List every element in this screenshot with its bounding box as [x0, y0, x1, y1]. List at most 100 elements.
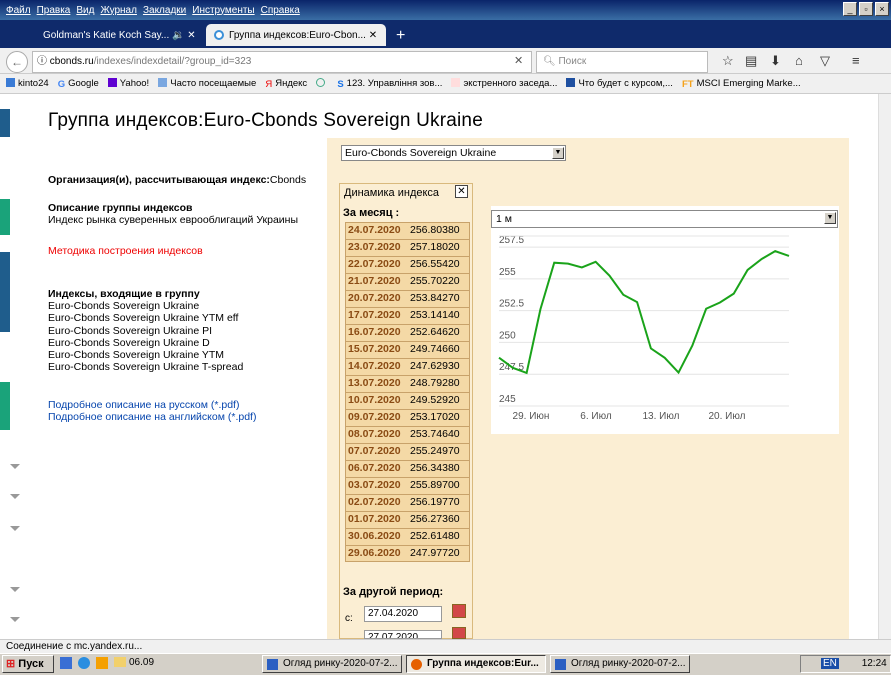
table-row: 21.07.2020 255.70220: [345, 273, 470, 290]
row-date[interactable]: 23.07.2020: [348, 240, 410, 255]
taskbar-window[interactable]: Группа индексов:Eur...: [406, 655, 546, 673]
vertical-scrollbar[interactable]: [878, 94, 891, 639]
methodology-link[interactable]: Методика построения индексов: [48, 245, 203, 257]
bookmark-item[interactable]: S 123. Управління зов...: [337, 74, 442, 93]
range-select[interactable]: 1 м ▼: [491, 210, 838, 228]
ie-icon[interactable]: [78, 657, 90, 669]
row-date[interactable]: 30.06.2020: [348, 529, 410, 544]
taskbar-window[interactable]: Огляд ринку-2020-07-2...: [550, 655, 690, 673]
range-select-value: 1 м: [496, 213, 512, 225]
menu-history[interactable]: Журнал: [100, 5, 137, 16]
calendar-icon[interactable]: [452, 604, 466, 618]
chevron-down-icon[interactable]: [10, 494, 20, 499]
row-date[interactable]: 07.07.2020: [348, 444, 410, 459]
tab-youtube[interactable]: Goldman's Katie Koch Say... 🔉 ✕: [30, 24, 202, 46]
row-date[interactable]: 06.07.2020: [348, 461, 410, 476]
language-indicator[interactable]: EN: [821, 658, 839, 669]
info-icon[interactable]: ⓘ: [37, 56, 47, 67]
home-icon[interactable]: ⌂: [795, 53, 803, 68]
index-item[interactable]: Euro-Cbonds Sovereign Ukraine YTM: [48, 349, 243, 361]
row-date[interactable]: 20.07.2020: [348, 291, 410, 306]
row-date[interactable]: 22.07.2020: [348, 257, 410, 272]
left-tab[interactable]: [0, 109, 10, 137]
close-icon[interactable]: ✕: [455, 185, 468, 198]
bookmark-item[interactable]: [316, 74, 328, 93]
menu-bookmarks[interactable]: Закладки: [143, 5, 186, 16]
row-date[interactable]: 13.07.2020: [348, 376, 410, 391]
folder-icon[interactable]: [114, 657, 126, 667]
bookmark-item[interactable]: Что будет с курсом,...: [566, 74, 673, 93]
minimize-button[interactable]: _: [843, 2, 857, 16]
tab-cbonds[interactable]: Группа индексов:Euro-Cbon... ✕: [206, 24, 386, 46]
chevron-down-icon[interactable]: [10, 526, 20, 531]
row-date[interactable]: 14.07.2020: [348, 359, 410, 374]
row-date[interactable]: 17.07.2020: [348, 308, 410, 323]
bookmark-item[interactable]: G Google: [58, 74, 99, 93]
left-tab[interactable]: [0, 252, 10, 332]
opera-icon[interactable]: [96, 657, 108, 669]
row-date[interactable]: 24.07.2020: [348, 223, 410, 238]
close-window-button[interactable]: ×: [875, 2, 889, 16]
chevron-down-icon[interactable]: [10, 587, 20, 592]
row-date[interactable]: 16.07.2020: [348, 325, 410, 340]
menu-view[interactable]: Вид: [76, 5, 94, 16]
clear-url-icon[interactable]: ✕: [514, 54, 523, 67]
org-row: Организация(и), рассчитывающая индекс:Cb…: [48, 174, 306, 186]
menu-help[interactable]: Справка: [261, 5, 300, 16]
reading-list-icon[interactable]: ▤: [745, 53, 757, 69]
menu-tools[interactable]: Инструменты: [192, 5, 254, 16]
dynamics-title: Динамика индекса: [344, 187, 440, 199]
new-tab-button[interactable]: +: [396, 27, 405, 45]
start-button[interactable]: ⊞ Пуск: [2, 655, 54, 673]
url-field[interactable]: ⓘ cbonds.ru/indexes/indexdetail/?group_i…: [32, 51, 532, 73]
row-date[interactable]: 03.07.2020: [348, 478, 410, 493]
row-date[interactable]: 29.06.2020: [348, 546, 410, 561]
row-date[interactable]: 15.07.2020: [348, 342, 410, 357]
index-item[interactable]: Euro-Cbonds Sovereign Ukraine YTM eff: [48, 312, 243, 324]
index-item[interactable]: Euro-Cbonds Sovereign Ukraine: [48, 300, 243, 312]
left-tab[interactable]: [0, 199, 10, 235]
row-date[interactable]: 09.07.2020: [348, 410, 410, 425]
from-date-input[interactable]: 27.04.2020: [364, 606, 442, 622]
bookmark-item[interactable]: экстренного заседа...: [451, 74, 557, 93]
hamburger-menu-icon[interactable]: ≡: [852, 53, 860, 68]
calendar-icon[interactable]: [452, 627, 466, 639]
table-row: 22.07.2020 256.55420: [345, 256, 470, 273]
table-row: 14.07.2020 247.62930: [345, 358, 470, 375]
row-date[interactable]: 01.07.2020: [348, 512, 410, 527]
bookmark-item[interactable]: kinto24: [6, 74, 49, 93]
taskbar-window[interactable]: Огляд ринку-2020-07-2...: [262, 655, 402, 673]
group-select[interactable]: Euro-Cbonds Sovereign Ukraine ▼: [341, 145, 566, 161]
table-row: 07.07.2020 255.24970: [345, 443, 470, 460]
folder-label[interactable]: 06.09: [129, 657, 154, 668]
chevron-down-icon[interactable]: [10, 464, 20, 469]
back-button[interactable]: ←: [6, 51, 28, 73]
restore-button[interactable]: ▫: [859, 2, 873, 16]
row-date[interactable]: 10.07.2020: [348, 393, 410, 408]
index-item[interactable]: Euro-Cbonds Sovereign Ukraine PI: [48, 325, 243, 337]
left-tab[interactable]: [0, 382, 10, 430]
search-input[interactable]: 🔍︎ Поиск: [536, 51, 708, 73]
menu-edit[interactable]: Правка: [37, 5, 71, 16]
bookmark-item[interactable]: FT MSCI Emerging Marke...: [682, 74, 801, 93]
series-line: [498, 250, 790, 375]
index-item[interactable]: Euro-Cbonds Sovereign Ukraine T-spread: [48, 361, 243, 373]
row-date[interactable]: 08.07.2020: [348, 427, 410, 442]
pdf-en-link[interactable]: Подробное описание на английском (*.pdf): [48, 411, 256, 423]
bookmark-star-icon[interactable]: ☆: [722, 53, 734, 69]
index-item[interactable]: Euro-Cbonds Sovereign Ukraine D: [48, 337, 243, 349]
pdf-ru-link[interactable]: Подробное описание на русском (*.pdf): [48, 399, 239, 411]
to-date-input[interactable]: 27.07.2020: [364, 630, 442, 639]
pocket-icon[interactable]: ▽: [820, 53, 830, 69]
bookmark-item[interactable]: Я Яндекс: [265, 74, 307, 93]
row-date[interactable]: 21.07.2020: [348, 274, 410, 289]
system-tray: EN 12:24: [800, 655, 891, 673]
download-icon[interactable]: ⬇: [770, 53, 781, 69]
table-row: 10.07.2020 249.52920: [345, 392, 470, 409]
menu-file[interactable]: Файл: [6, 5, 31, 16]
bookmark-item[interactable]: Часто посещаемые: [158, 74, 256, 93]
bookmark-item[interactable]: Yahoo!: [107, 74, 149, 93]
chevron-down-icon[interactable]: [10, 617, 20, 622]
row-date[interactable]: 02.07.2020: [348, 495, 410, 510]
show-desktop-icon[interactable]: [60, 657, 72, 669]
